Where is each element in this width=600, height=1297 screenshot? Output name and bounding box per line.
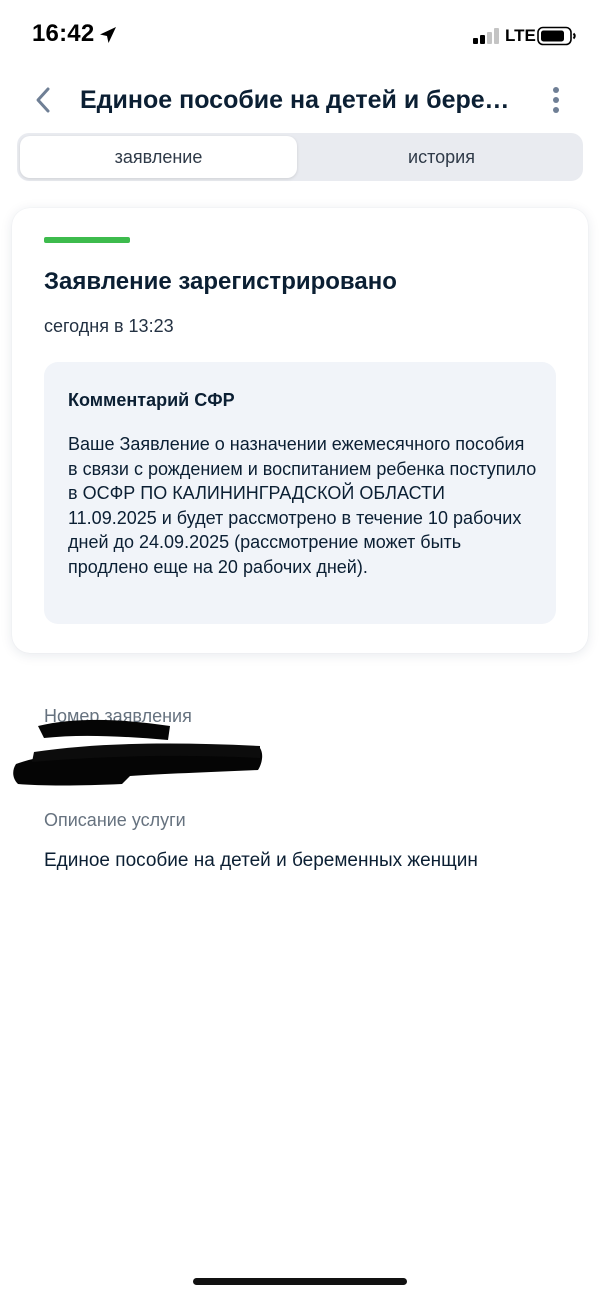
redacted-application-number xyxy=(13,719,263,786)
tab-application[interactable]: заявление xyxy=(20,136,297,178)
tab-history[interactable]: история xyxy=(303,136,580,178)
back-button[interactable] xyxy=(28,84,60,116)
segmented-tabs: заявление история xyxy=(17,133,583,181)
cellular-signal-icon xyxy=(473,28,499,44)
battery-icon xyxy=(537,26,576,46)
page-title: Единое пособие на детей и беременных жен… xyxy=(80,86,525,114)
more-vertical-icon xyxy=(553,87,559,113)
location-arrow-icon xyxy=(100,27,116,43)
status-date: сегодня в 13:23 xyxy=(44,316,174,336)
more-options-button[interactable] xyxy=(544,84,568,116)
service-description-value: Единое пособие на детей и беременных жен… xyxy=(44,850,478,871)
status-bar: 16:42 LTE xyxy=(0,0,600,70)
comment-title: Комментарий СФР xyxy=(68,390,235,410)
status-time: 16:42 xyxy=(32,20,95,47)
comment-text: Ваше Заявление о назначении ежемесячного… xyxy=(68,434,537,577)
service-description-label: Описание услуги xyxy=(44,810,186,830)
chevron-left-icon xyxy=(36,87,50,113)
status-indicator-bar xyxy=(44,237,130,243)
application-status-card: Заявление зарегистрировано сегодня в 13:… xyxy=(12,208,588,653)
network-type: LTE xyxy=(505,26,536,45)
sfr-comment-box: Комментарий СФР Ваше Заявление о назначе… xyxy=(44,362,556,624)
status-title: Заявление зарегистрировано xyxy=(44,268,397,295)
home-indicator xyxy=(193,1278,407,1285)
app-header: Единое пособие на детей и беременных жен… xyxy=(0,70,600,132)
